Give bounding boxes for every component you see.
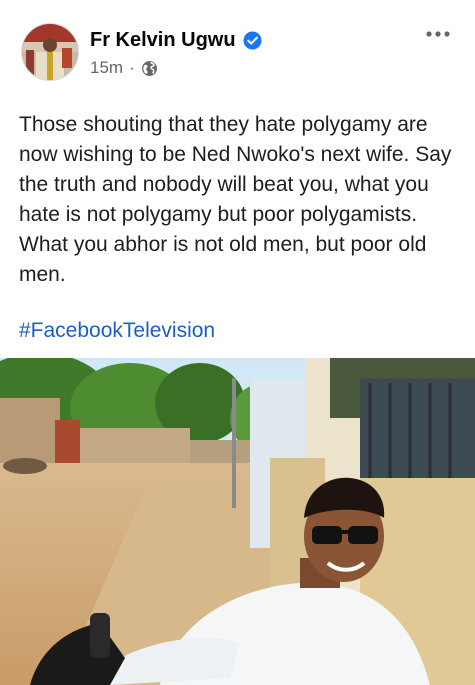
post-photo[interactable]	[0, 358, 475, 685]
author-name[interactable]: Fr Kelvin Ugwu	[90, 29, 236, 52]
post-header: Fr Kelvin Ugwu 15m ·	[0, 0, 475, 96]
avatar-photo	[22, 24, 78, 80]
post-meta: 15m ·	[90, 57, 158, 79]
verified-badge-icon	[243, 30, 262, 50]
hashtag-link[interactable]: #FacebookTelevision	[19, 316, 215, 346]
post-text: Those shouting that they hate polygamy a…	[19, 113, 452, 286]
more-options-icon	[426, 31, 450, 37]
author-line: Fr Kelvin Ugwu	[90, 27, 262, 53]
author-avatar[interactable]	[21, 23, 79, 81]
post-timestamp[interactable]: 15m	[90, 58, 123, 78]
globe-icon[interactable]	[141, 60, 158, 77]
more-options-button[interactable]	[418, 22, 458, 46]
meta-separator: ·	[129, 58, 135, 77]
